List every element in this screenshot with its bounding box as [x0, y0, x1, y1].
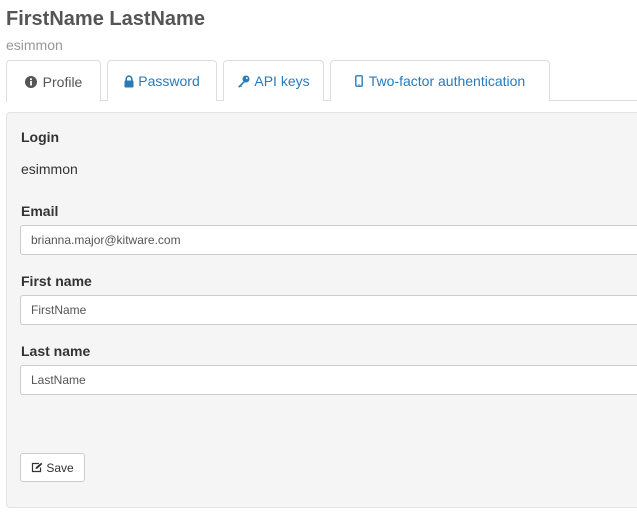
lock-icon [124, 74, 134, 88]
save-button[interactable]: Save [20, 453, 85, 482]
last-name-field[interactable] [20, 365, 637, 395]
key-icon [237, 75, 250, 88]
account-tabs: Profile Password API keys Two-factor aut… [6, 60, 637, 102]
tab-profile[interactable]: Profile [6, 60, 101, 102]
email-field[interactable] [20, 225, 637, 255]
tab-api-keys[interactable]: API keys [223, 60, 324, 101]
info-icon [24, 75, 37, 88]
save-label: Save [46, 460, 74, 475]
last-name-label: Last name [21, 343, 91, 359]
user-login-subtitle: esimmon [6, 37, 63, 53]
mobile-icon [354, 75, 363, 87]
page-title: FirstName LastName [6, 8, 205, 30]
login-value: esimmon [21, 161, 78, 177]
tab-label: Password [138, 73, 200, 89]
tab-label: Profile [42, 73, 83, 90]
profile-panel: Login esimmon Email First name Last name… [6, 112, 637, 508]
first-name-label: First name [21, 273, 92, 289]
email-label: Email [21, 203, 59, 219]
tab-password[interactable]: Password [107, 60, 217, 101]
tab-label: Two-factor authentication [368, 73, 526, 89]
edit-icon [31, 462, 43, 473]
tab-label: API keys [254, 73, 310, 89]
user-account-page: FirstName LastName esimmon Profile Passw… [0, 0, 637, 512]
tab-two-factor[interactable]: Two-factor authentication [330, 60, 550, 101]
first-name-field[interactable] [20, 295, 637, 325]
login-label: Login [21, 129, 60, 145]
